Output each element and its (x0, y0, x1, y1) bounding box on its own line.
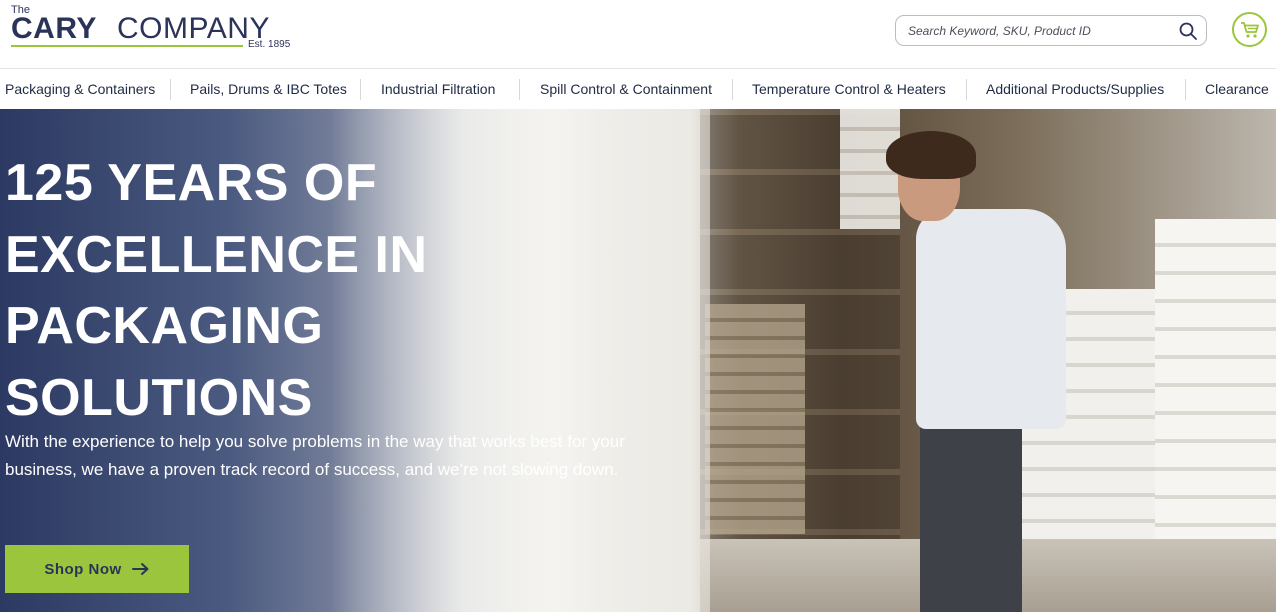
nav-divider (519, 79, 520, 100)
nav-item-clearance[interactable]: Clearance (1205, 69, 1269, 109)
nav-item-packaging-containers[interactable]: Packaging & Containers (5, 69, 155, 109)
hero-heading: 125 YEARS OF EXCELLENCE IN PACKAGING SOL… (5, 148, 485, 434)
search-box (895, 15, 1207, 46)
person-hair (886, 131, 976, 179)
logo-underline (11, 45, 243, 47)
logo-cary-text: CARY (11, 12, 97, 45)
arrow-right-icon (131, 562, 150, 576)
person-shirt (916, 209, 1066, 429)
nav-item-pails-drums-ibc-totes[interactable]: Pails, Drums & IBC Totes (190, 69, 347, 109)
nav-item-temperature-control[interactable]: Temperature Control & Heaters (752, 69, 946, 109)
nav-item-industrial-filtration[interactable]: Industrial Filtration (381, 69, 495, 109)
hero-heading-line: EXCELLENCE IN (5, 225, 428, 284)
hero-background-pallet (705, 304, 805, 534)
hero-heading-line: PACKAGING (5, 297, 324, 355)
nav-divider (360, 79, 361, 100)
hero-person-image (880, 129, 1080, 612)
nav-item-additional-products[interactable]: Additional Products/Supplies (986, 69, 1164, 109)
company-logo[interactable]: The CARY COMPANY Est. 1895 (11, 4, 301, 54)
hero-heading-line: SOLUTIONS (5, 368, 313, 427)
nav-item-spill-control[interactable]: Spill Control & Containment (540, 69, 712, 109)
main-navigation: Packaging & Containers Pails, Drums & IB… (0, 68, 1276, 109)
person-pants (920, 419, 1022, 612)
nav-divider (732, 79, 733, 100)
hero-heading-line: 125 YEARS OF (5, 154, 378, 212)
nav-divider (966, 79, 967, 100)
logo-est-text: Est. 1895 (248, 39, 291, 50)
site-header: The CARY COMPANY Est. 1895 (0, 0, 1276, 68)
search-input[interactable] (908, 22, 1168, 40)
hero-subtitle: With the experience to help you solve pr… (5, 432, 625, 479)
shopping-cart-icon[interactable] (1232, 12, 1267, 47)
shop-now-label: Shop Now (44, 560, 122, 578)
nav-divider (1185, 79, 1186, 100)
nav-divider (170, 79, 171, 100)
search-icon[interactable] (1178, 21, 1198, 41)
shop-now-button[interactable]: Shop Now (5, 545, 189, 593)
